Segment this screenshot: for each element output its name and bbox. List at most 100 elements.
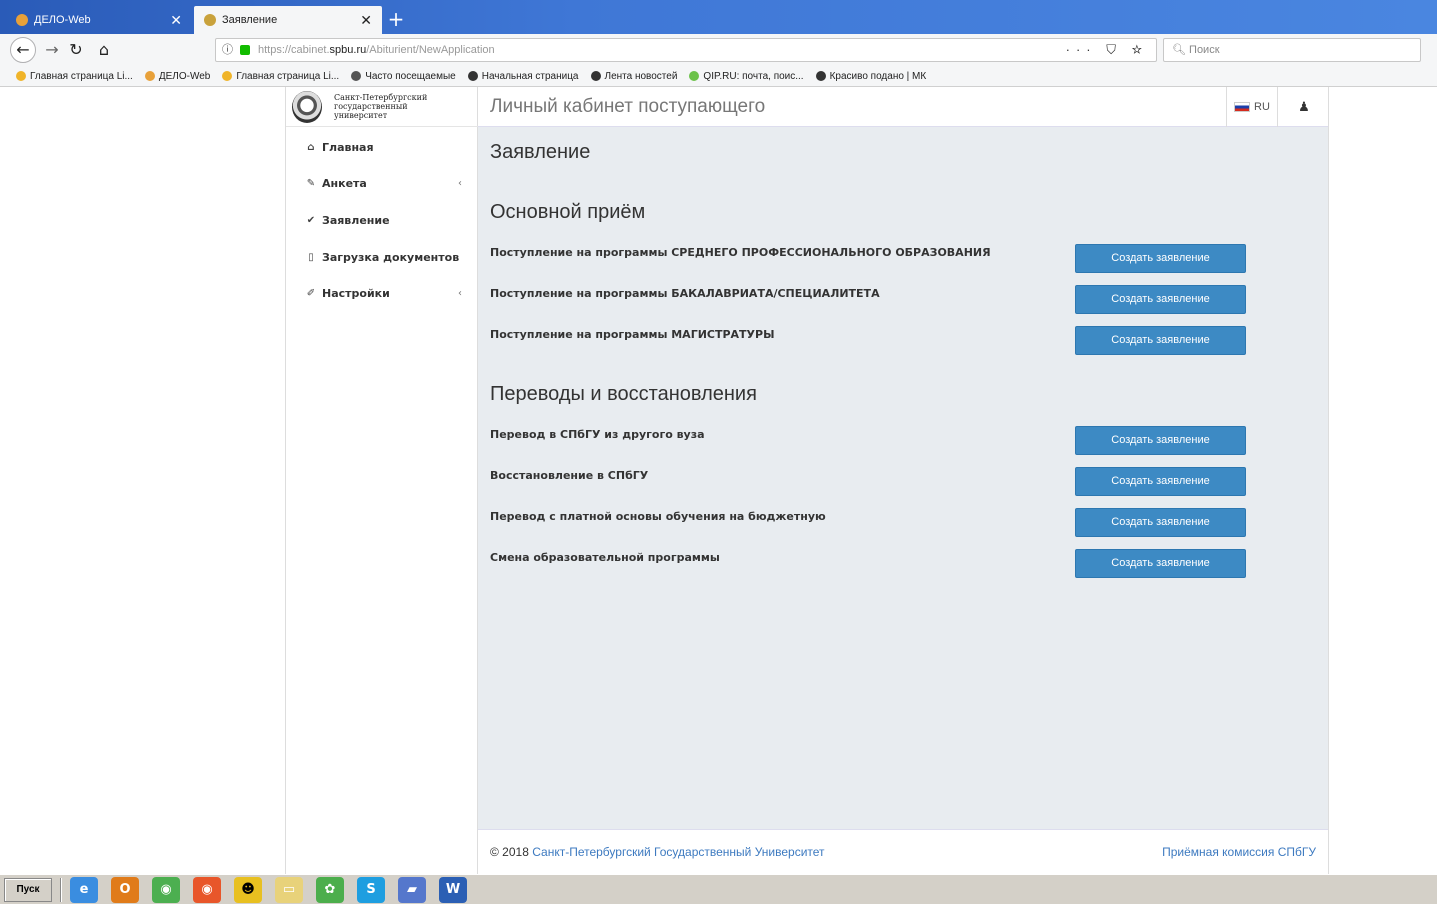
application-row-label: Поступление на программы МАГИСТРАТУРЫ <box>490 328 775 341</box>
reload-button[interactable]: ↻ <box>64 39 88 61</box>
url-text: https://cabinet.spbu.ru/Abiturient/NewAp… <box>258 44 495 56</box>
browser-tab-bar: ДЕЛО-Web ✕ Заявление ✕ + <box>0 0 1437 34</box>
user-icon[interactable]: ♟ <box>1280 87 1328 127</box>
main-content: Личный кабинет поступающего RU ♟ Заявлен… <box>478 87 1328 874</box>
check-icon: ✔ <box>306 214 316 226</box>
header-bar: Личный кабинет поступающего RU ♟ <box>478 87 1328 127</box>
create-application-button[interactable]: Создать заявление <box>1075 467 1246 496</box>
lock-icon[interactable] <box>240 45 250 55</box>
bookmarks-bar: Главная страница Li... ДЕЛО-Web Главная … <box>0 66 1437 87</box>
sidebar-item-documents[interactable]: ▯ Загрузка документов <box>286 239 478 276</box>
start-button[interactable]: Пуск <box>4 877 52 902</box>
tab-title: ДЕЛО-Web <box>34 14 91 26</box>
bookmark-icon <box>222 71 233 81</box>
qip-icon <box>689 71 700 81</box>
gear-icon <box>351 71 362 81</box>
sidebar-item-label: Заявление <box>322 213 390 227</box>
sidebar: Санкт-Петербургский государственный унив… <box>286 87 478 874</box>
page-title: Заявление <box>490 141 591 163</box>
spbu-crest-icon <box>292 91 322 123</box>
outlook-icon[interactable]: O <box>111 876 139 903</box>
site-container: Санкт-Петербургский государственный унив… <box>285 87 1329 874</box>
create-application-button[interactable]: Создать заявление <box>1075 426 1246 455</box>
section-title-main-admission: Основной приём <box>490 201 646 223</box>
sidebar-item-label: Загрузка документов <box>322 250 460 264</box>
create-application-button[interactable]: Создать заявление <box>1075 244 1246 273</box>
language-switcher[interactable]: RU <box>1226 87 1278 127</box>
application-row-label: Перевод в СПбГУ из другого вуза <box>490 428 705 441</box>
icq-icon[interactable]: ✿ <box>316 876 344 903</box>
web-page: Санкт-Петербургский государственный унив… <box>0 87 1437 874</box>
pdf-icon: ▯ <box>308 251 314 263</box>
create-application-button[interactable]: Создать заявление <box>1075 326 1246 355</box>
word-icon[interactable]: W <box>439 876 467 903</box>
tab-title: Заявление <box>222 14 278 26</box>
bookmark-item[interactable]: Начальная страница <box>467 71 579 82</box>
firefox-icon[interactable]: ◉ <box>193 876 221 903</box>
create-application-button[interactable]: Создать заявление <box>1075 508 1246 537</box>
sidebar-item-profile[interactable]: ✎ Анкета ‹ <box>286 166 478 203</box>
russia-flag-icon <box>1234 102 1251 112</box>
browser-search-input[interactable]: 🔍︎ Поиск <box>1163 38 1421 62</box>
cabinet-title: Личный кабинет поступающего <box>490 96 766 117</box>
chrome-icon[interactable]: ◉ <box>152 876 180 903</box>
globe-icon <box>467 71 478 81</box>
chevron-left-icon: ‹ <box>458 288 462 300</box>
chevron-left-icon: ‹ <box>458 178 462 190</box>
sidebar-item-label: Главная <box>322 140 374 154</box>
wrench-icon: ✐ <box>306 288 316 300</box>
page-actions-icons[interactable]: ··· ⛉ ☆ <box>1066 39 1148 61</box>
create-application-button[interactable]: Создать заявление <box>1075 285 1246 314</box>
footer: © 2018 Санкт-Петербургский Государственн… <box>478 829 1328 874</box>
sidebar-item-settings[interactable]: ✐ Настройки ‹ <box>286 275 478 312</box>
bookmark-item[interactable]: Часто посещаемые <box>351 71 456 82</box>
folder-icon[interactable]: ▭ <box>275 876 303 903</box>
application-row-label: Поступление на программы СРЕДНЕГО ПРОФЕС… <box>490 246 991 259</box>
admissions-link[interactable]: Приёмная комиссия СПбГУ <box>1162 845 1316 859</box>
application-row-label: Поступление на программы БАКАЛАВРИАТА/СП… <box>490 287 880 300</box>
bat-app-icon[interactable]: ☻ <box>234 876 262 903</box>
bookmark-item[interactable]: ДЕЛО-Web <box>144 71 210 82</box>
close-icon[interactable]: ✕ <box>360 12 372 29</box>
sidebar-item-label: Настройки <box>322 287 390 301</box>
logo-text: Санкт-Петербургский государственный унив… <box>334 93 428 120</box>
bookmark-icon <box>144 71 155 81</box>
close-icon[interactable]: ✕ <box>170 12 182 29</box>
taskbar-separator <box>60 877 62 902</box>
language-label: RU <box>1254 101 1270 113</box>
sidebar-item-application[interactable]: ✔ Заявление <box>286 202 478 239</box>
home-button[interactable]: ⌂ <box>92 39 116 61</box>
browser-tab-application[interactable]: Заявление ✕ <box>194 6 382 34</box>
bookmark-item[interactable]: Красиво подано | МК <box>815 71 926 82</box>
section-title-transfers: Переводы и восстановления <box>490 383 757 405</box>
forward-button[interactable]: → <box>40 39 64 61</box>
copyright: © 2018 Санкт-Петербургский Государственн… <box>490 845 825 859</box>
windows-taskbar: Пуск e O ◉ ◉ ☻ ▭ ✿ S ▰ W <box>0 874 1437 904</box>
university-link[interactable]: Санкт-Петербургский Государственный Унив… <box>532 845 824 859</box>
bookmark-item[interactable]: Главная страница Li... <box>16 71 133 82</box>
bookmark-item[interactable]: QIP.RU: почта, поис... <box>689 71 804 82</box>
create-application-button[interactable]: Создать заявление <box>1075 549 1246 578</box>
edit-icon: ✎ <box>306 178 316 190</box>
browser-nav-bar: ← → ↻ ⌂ ⓘ https://cabinet.spbu.ru/Abitur… <box>0 34 1437 66</box>
info-icon[interactable]: ⓘ <box>222 39 233 61</box>
bookmark-icon <box>16 71 26 81</box>
sidebar-menu: ⌂ Главная ✎ Анкета ‹ ✔ Заявление ▯ Загру… <box>286 129 478 312</box>
rss-icon <box>590 71 601 81</box>
browser-tab-delo[interactable]: ДЕЛО-Web ✕ <box>6 6 192 34</box>
sidebar-item-label: Анкета <box>322 177 367 191</box>
rss-icon <box>815 71 826 81</box>
new-tab-button[interactable]: + <box>384 8 408 32</box>
delo-icon <box>16 14 28 26</box>
ie-icon[interactable]: e <box>70 876 98 903</box>
skype-icon[interactable]: S <box>357 876 385 903</box>
bookmark-item[interactable]: Лента новостей <box>590 71 677 82</box>
back-button[interactable]: ← <box>10 37 36 63</box>
application-row-label: Перевод с платной основы обучения на бюд… <box>490 510 826 523</box>
application-row-label: Смена образовательной программы <box>490 551 720 564</box>
sidebar-item-home[interactable]: ⌂ Главная <box>286 129 478 166</box>
app-icon[interactable]: ▰ <box>398 876 426 903</box>
bookmark-item[interactable]: Главная страница Li... <box>222 71 339 82</box>
university-logo[interactable]: Санкт-Петербургский государственный унив… <box>286 87 478 127</box>
address-bar[interactable]: ⓘ https://cabinet.spbu.ru/Abiturient/New… <box>215 38 1157 62</box>
